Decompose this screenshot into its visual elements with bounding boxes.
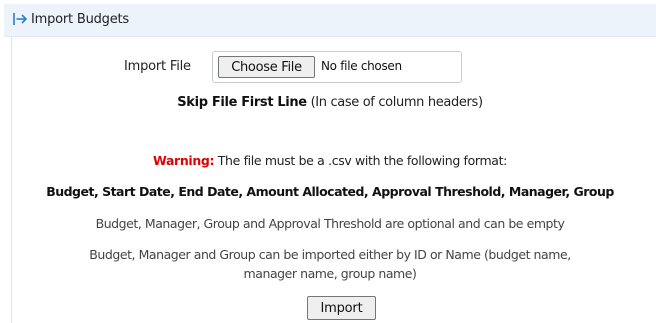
panel-header: Import Budgets bbox=[4, 4, 656, 37]
skip-first-line-label: Skip File First Line bbox=[177, 95, 307, 110]
warning-label: Warning: bbox=[152, 153, 215, 168]
import-button[interactable]: Import bbox=[307, 296, 376, 320]
import-file-label: Import File bbox=[124, 59, 191, 74]
warning-text: The file must be a .csv with the followi… bbox=[217, 153, 508, 168]
id-or-name-note: Budget, Manager and Group can be importe… bbox=[4, 245, 656, 283]
file-status-text: No file chosen bbox=[321, 59, 402, 73]
id-or-name-note-line1: Budget, Manager and Group can be importe… bbox=[89, 247, 571, 262]
import-budgets-panel: Import Budgets Import File Choose File N… bbox=[4, 4, 656, 323]
panel-title: Import Budgets bbox=[31, 12, 130, 27]
sign-in-icon bbox=[13, 13, 28, 25]
warning-message: Warning: The file must be a .csv with th… bbox=[4, 153, 656, 168]
skip-first-line-option[interactable]: Skip File First Line (In case of column … bbox=[4, 95, 656, 110]
csv-format-spec: Budget, Start Date, End Date, Amount All… bbox=[46, 184, 614, 199]
optional-fields-note: Budget, Manager, Group and Approval Thre… bbox=[95, 216, 565, 231]
choose-file-button[interactable]: Choose File bbox=[218, 56, 315, 78]
skip-first-line-note: (In case of column headers) bbox=[310, 95, 483, 110]
id-or-name-note-line2: manager name, group name) bbox=[243, 266, 417, 281]
